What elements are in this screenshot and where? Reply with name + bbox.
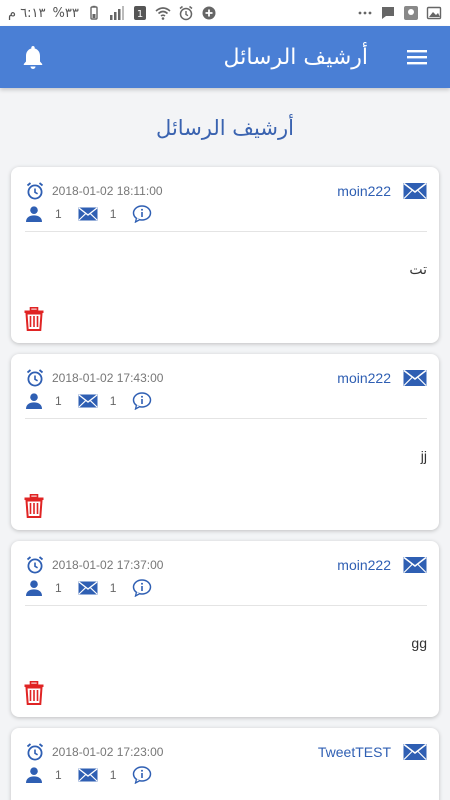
delete-button[interactable]: [23, 681, 45, 705]
bell-icon: [19, 43, 47, 71]
user-icon: [25, 206, 43, 222]
sim-icon: 1: [132, 5, 148, 21]
messages-count: 1: [109, 768, 117, 782]
app-bar: أرشيف الرسائل: [0, 26, 450, 88]
hamburger-menu-icon: [405, 45, 429, 69]
message-datetime: 2018-01-02 18:11:00: [52, 184, 163, 198]
user-icon: [25, 393, 43, 409]
info-bubble-icon[interactable]: [132, 766, 152, 784]
card-stats-row: 1 1: [25, 766, 152, 784]
messages-count: 1: [109, 581, 117, 595]
recipients-count: 1: [55, 394, 62, 408]
status-time: ٦:١٣ م: [8, 5, 46, 21]
message-body: تت: [409, 261, 427, 277]
envelope-small-icon: [78, 581, 98, 595]
message-datetime: 2018-01-02 17:37:00: [52, 558, 164, 572]
card-divider: [25, 605, 427, 606]
data-saver-icon: [201, 5, 217, 21]
messages-count: 1: [109, 207, 117, 221]
envelope-icon: [403, 743, 427, 761]
recipients-count: 1: [55, 768, 62, 782]
user-icon: [25, 767, 43, 783]
wifi-icon: [155, 5, 171, 21]
card-stats-row: 1 1: [25, 579, 152, 597]
card-stats-row: 1 1: [25, 205, 152, 223]
user-icon: [25, 580, 43, 596]
card-header-row: 2018-01-02 17:23:00 TweetTEST: [25, 742, 427, 762]
svg-text:1: 1: [137, 9, 143, 20]
recipients-count: 1: [55, 207, 62, 221]
battery-icon: [86, 5, 102, 21]
card-header-row: 2018-01-02 17:43:00 moin222: [25, 368, 427, 388]
app-title: أرشيف الرسائل: [223, 44, 368, 70]
more-icon: [357, 5, 373, 21]
envelope-icon: [403, 556, 427, 574]
app-notification-icon: [403, 5, 419, 21]
message-body: jj: [420, 448, 427, 464]
card-divider: [25, 231, 427, 232]
message-card[interactable]: 2018-01-02 17:37:00 moin222 1 1 gg: [11, 541, 439, 717]
signal-icon: [109, 5, 125, 21]
info-bubble-icon[interactable]: [132, 579, 152, 597]
card-header-row: 2018-01-02 18:11:00 moin222: [25, 181, 427, 201]
card-divider: [25, 418, 427, 419]
message-card[interactable]: 2018-01-02 17:23:00 TweetTEST 1 1: [11, 728, 439, 800]
alarm-clock-icon: [25, 181, 45, 201]
card-stats-row: 1 1: [25, 392, 152, 410]
trash-icon: [23, 494, 45, 518]
status-bar: ٦:١٣ م %٣٣ 1: [0, 0, 450, 26]
battery-percent: %٣٣: [52, 5, 79, 21]
menu-button[interactable]: [400, 40, 434, 74]
page-heading: أرشيف الرسائل: [156, 116, 294, 140]
message-sender: moin222: [337, 557, 391, 573]
status-left: ٦:١٣ م %٣٣ 1: [8, 5, 217, 21]
info-bubble-icon[interactable]: [132, 392, 152, 410]
messages-count: 1: [109, 394, 117, 408]
alarm-clock-icon: [25, 368, 45, 388]
notifications-button[interactable]: [16, 40, 50, 74]
message-card[interactable]: 2018-01-02 18:11:00 moin222 1 1 تت: [11, 167, 439, 343]
alarm-clock-icon: [25, 742, 45, 762]
image-notification-icon: [426, 5, 442, 21]
message-sender: moin222: [337, 370, 391, 386]
envelope-icon: [403, 182, 427, 200]
card-header-row: 2018-01-02 17:37:00 moin222: [25, 555, 427, 575]
recipients-count: 1: [55, 581, 62, 595]
status-right: [357, 5, 442, 21]
info-bubble-icon[interactable]: [132, 205, 152, 223]
message-body: gg: [411, 635, 427, 651]
trash-icon: [23, 681, 45, 705]
message-sender: TweetTEST: [317, 744, 391, 760]
message-sender: moin222: [337, 183, 391, 199]
envelope-small-icon: [78, 768, 98, 782]
delete-button[interactable]: [23, 494, 45, 518]
envelope-small-icon: [78, 207, 98, 221]
envelope-small-icon: [78, 394, 98, 408]
alarm-clock-icon: [25, 555, 45, 575]
chat-notification-icon: [380, 5, 396, 21]
message-datetime: 2018-01-02 17:43:00: [52, 371, 164, 385]
envelope-icon: [403, 369, 427, 387]
delete-button[interactable]: [23, 307, 45, 331]
alarm-status-icon: [178, 5, 194, 21]
trash-icon: [23, 307, 45, 331]
message-card[interactable]: 2018-01-02 17:43:00 moin222 1 1 jj: [11, 354, 439, 530]
message-datetime: 2018-01-02 17:23:00: [52, 745, 164, 759]
